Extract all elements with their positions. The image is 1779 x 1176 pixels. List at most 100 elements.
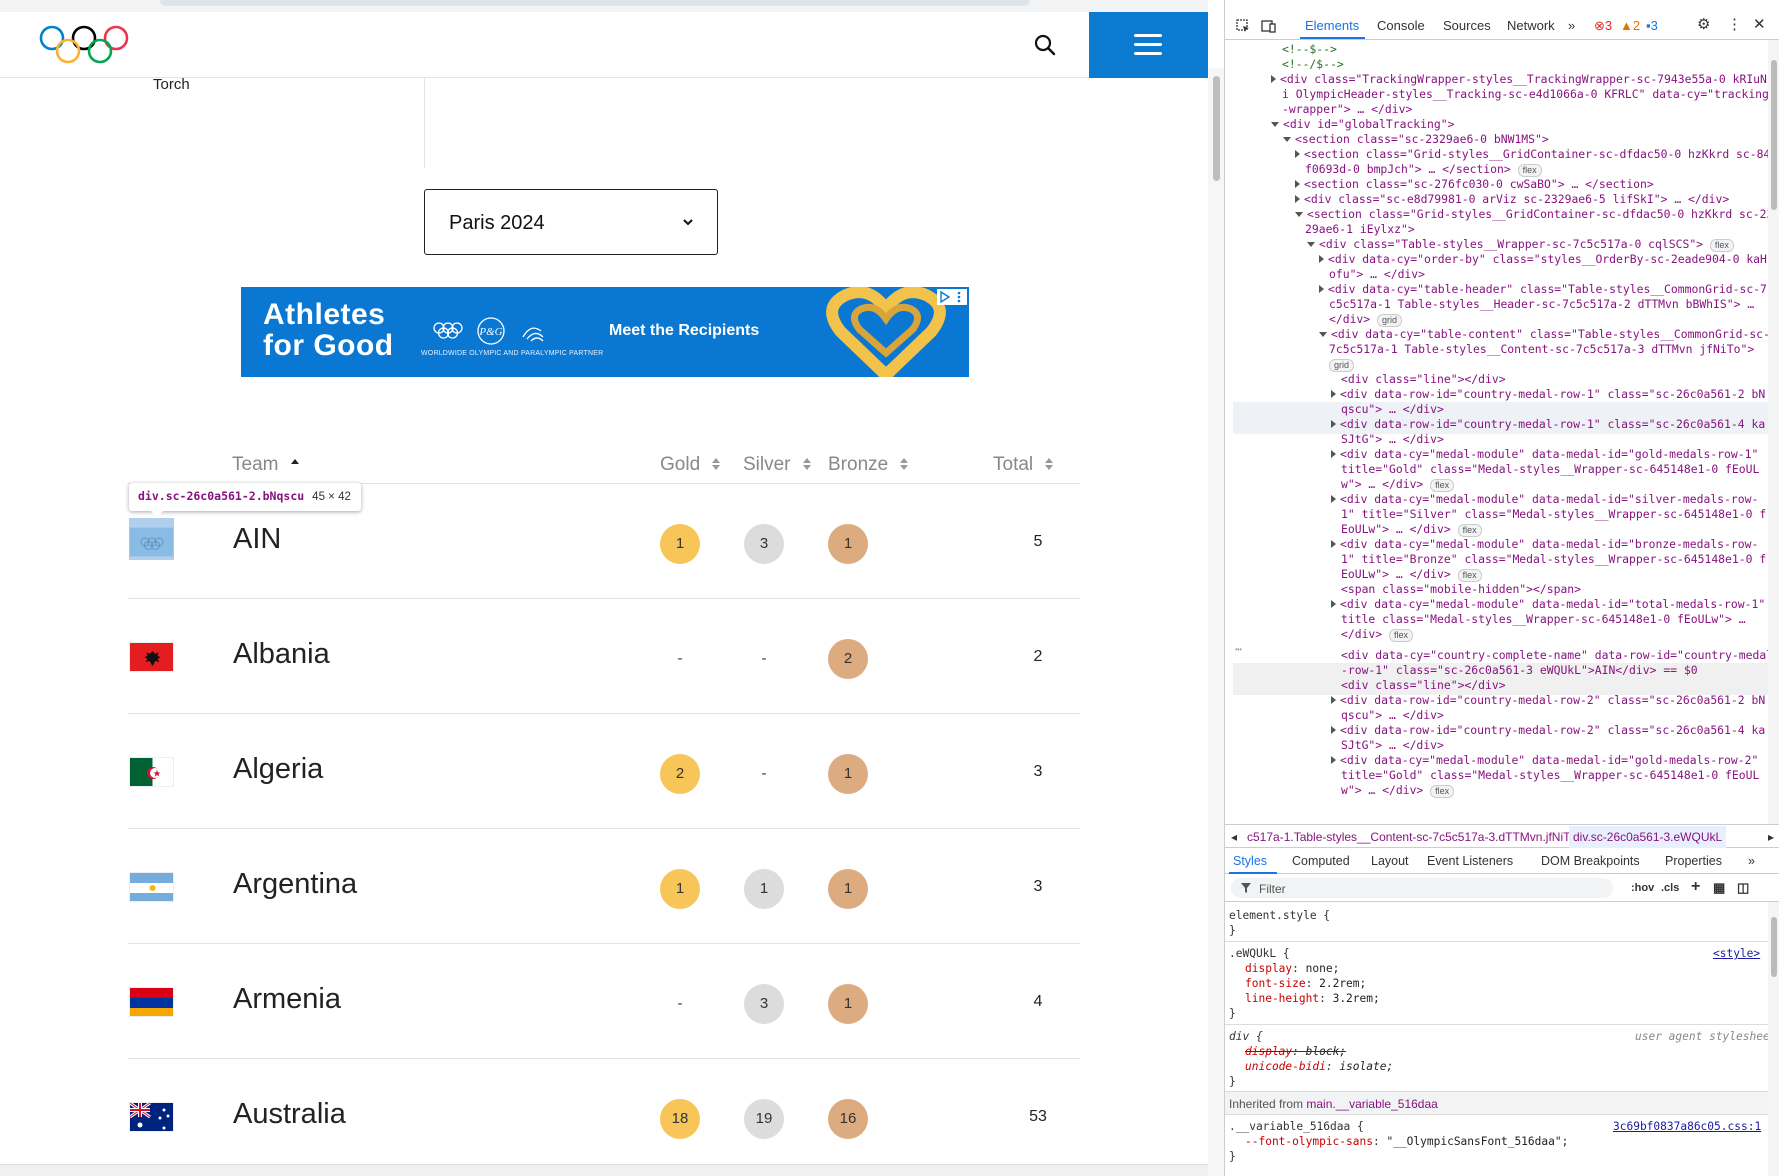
breadcrumb-next-icon[interactable]: ▸ (1768, 830, 1774, 844)
breadcrumb-prev-icon[interactable]: ◂ (1231, 830, 1237, 844)
tab-network[interactable]: Network (1507, 18, 1555, 33)
more-tabs-icon[interactable]: » (1568, 18, 1575, 33)
dom-scrollbar[interactable] (1768, 40, 1779, 824)
browser-top-strip (0, 0, 1208, 12)
sort-team[interactable]: Team (232, 454, 300, 476)
kebab-menu-icon[interactable]: ⋮ (1727, 15, 1742, 33)
close-icon[interactable]: ✕ (1753, 15, 1766, 33)
page-scrollbar[interactable] (1208, 68, 1224, 1176)
ad-sponsor-logos: P&G (433, 317, 544, 345)
device-toolbar-icon[interactable] (1261, 18, 1277, 34)
elements-dom-tree[interactable]: <!--$--> <!--/$--> <div class="TrackingW… (1225, 40, 1768, 824)
breadcrumb-item[interactable]: c517a-1.Table-styles__Content-sc-7c5c517… (1247, 830, 1576, 844)
gear-icon[interactable]: ⚙ (1697, 15, 1710, 33)
sort-icon (802, 458, 811, 470)
total-medal-count: 2 (1033, 648, 1043, 665)
ad-partner-text: WORLDWIDE OLYMPIC AND PARALYMPIC PARTNER (421, 350, 604, 357)
sort-gold[interactable]: Gold (660, 454, 721, 476)
divider (424, 78, 425, 168)
ad-choices-icon[interactable] (937, 289, 967, 305)
sort-silver[interactable]: Silver (743, 454, 812, 476)
error-count[interactable]: ⊗3 (1594, 18, 1612, 34)
olympic-rings-logo[interactable] (38, 24, 130, 66)
flag-albania (129, 642, 174, 672)
styles-scrollbar[interactable] (1768, 902, 1779, 1176)
total-medal-count: 4 (1033, 993, 1043, 1010)
silver-medal-count: 1 (744, 869, 784, 909)
flag-argentina (129, 872, 174, 902)
style-source-link[interactable]: 3c69bf0837a86c05.css:1 (1613, 1119, 1761, 1134)
inspect-element-icon[interactable] (1235, 18, 1251, 34)
total-medal-count: 3 (1033, 763, 1043, 780)
sort-total[interactable]: Total (993, 454, 1054, 476)
silver-medal-count: - (761, 765, 767, 782)
filter-icon (1241, 883, 1251, 893)
style-source-link[interactable]: <style> (1713, 946, 1760, 961)
styles-filter-input[interactable] (1231, 878, 1613, 898)
site-header (0, 12, 1208, 78)
sort-ascending-icon (290, 459, 299, 464)
table-row: Armenia - 3 1 4 (128, 944, 1080, 1059)
sort-icon (1045, 458, 1054, 470)
ad-cta[interactable]: Meet the Recipients (609, 322, 759, 340)
flag-algeria (129, 757, 174, 787)
tab-styles[interactable]: Styles (1233, 854, 1267, 868)
nav-link-torch[interactable]: Torch (153, 76, 190, 93)
country-name[interactable]: Algeria (233, 753, 323, 786)
edition-select-value: Paris 2024 (449, 212, 545, 234)
class-toggle[interactable]: .cls (1661, 882, 1679, 894)
svg-text:P&G: P&G (478, 326, 502, 338)
tab-elements[interactable]: Elements (1305, 18, 1359, 33)
silver-medal-count: 19 (744, 1099, 784, 1139)
warning-count[interactable]: ▲2 (1620, 18, 1640, 33)
screen: Torch Paris 2024 Athletes for Good P&G W… (0, 0, 1779, 1176)
bronze-medal-count: 1 (828, 754, 868, 794)
tab-console[interactable]: Console (1377, 18, 1425, 33)
more-tabs-icon[interactable]: » (1748, 854, 1755, 868)
total-medal-count: 5 (1033, 533, 1043, 550)
gold-medal-count: 1 (660, 524, 700, 564)
bronze-medal-count: 2 (828, 639, 868, 679)
country-name[interactable]: Argentina (233, 868, 357, 901)
web-page: Torch Paris 2024 Athletes for Good P&G W… (0, 0, 1208, 1176)
menu-button[interactable] (1089, 12, 1208, 78)
add-rule-icon[interactable]: + (1691, 878, 1700, 896)
tab-sources[interactable]: Sources (1443, 18, 1491, 33)
inspect-highlight (129, 518, 174, 560)
tab-dom-breakpoints[interactable]: DOM Breakpoints (1541, 854, 1640, 868)
breadcrumb-item-selected[interactable]: div.sc-26c0a561-3.eWQUkL (1569, 826, 1727, 848)
table-row: Albania - - 2 2 (128, 599, 1080, 714)
bronze-medal-count: 1 (828, 984, 868, 1024)
paint-icon[interactable]: ▦ (1713, 880, 1725, 896)
sidebar-toggle-icon[interactable]: ◫ (1737, 880, 1749, 896)
gold-medal-count: - (677, 650, 683, 667)
ad-banner[interactable]: Athletes for Good P&G WORLDWIDE OLYMPIC … (241, 287, 969, 377)
info-count[interactable]: ▪3 (1646, 18, 1658, 33)
tab-event-listeners[interactable]: Event Listeners (1427, 854, 1513, 868)
scrollbar-thumb[interactable] (1213, 76, 1220, 181)
inspect-tooltip: div.sc-26c0a561-2.bNqscu 45 × 42 (129, 483, 361, 517)
dom-ellipsis[interactable]: ⋯ (1235, 642, 1242, 657)
flag-australia (129, 1102, 174, 1132)
table-row: Argentina 1 1 1 3 (128, 829, 1080, 944)
tab-properties[interactable]: Properties (1665, 854, 1722, 868)
tab-computed[interactable]: Computed (1292, 854, 1350, 868)
tab-layout[interactable]: Layout (1371, 854, 1409, 868)
country-name[interactable]: Albania (233, 638, 330, 671)
country-name[interactable]: Australia (233, 1098, 346, 1131)
country-name[interactable]: AIN (233, 523, 281, 556)
sort-bronze[interactable]: Bronze (828, 454, 909, 476)
hover-state-toggle[interactable]: :hov (1631, 882, 1654, 894)
silver-medal-count: 3 (744, 524, 784, 564)
gold-medal-count: - (677, 995, 683, 1012)
total-medal-count: 53 (1029, 1108, 1047, 1125)
breadcrumb: ◂ c517a-1.Table-styles__Content-sc-7c5c5… (1225, 824, 1779, 848)
edition-select[interactable]: Paris 2024 (424, 189, 718, 255)
horizontal-scrollbar[interactable] (0, 1164, 1208, 1176)
styles-pane[interactable]: element.style { } .eWQUkL { <style> disp… (1225, 902, 1768, 1176)
country-name[interactable]: Armenia (233, 983, 341, 1016)
medal-table-header: Team Gold Silver Bronze Total (128, 446, 1080, 484)
search-icon[interactable] (1030, 30, 1060, 60)
styles-filter-bar: Filter :hov .cls + ▦ ◫ (1225, 874, 1779, 902)
devtools-panel: Elements Console Sources Network » ⊗3 ▲2… (1224, 0, 1779, 1176)
